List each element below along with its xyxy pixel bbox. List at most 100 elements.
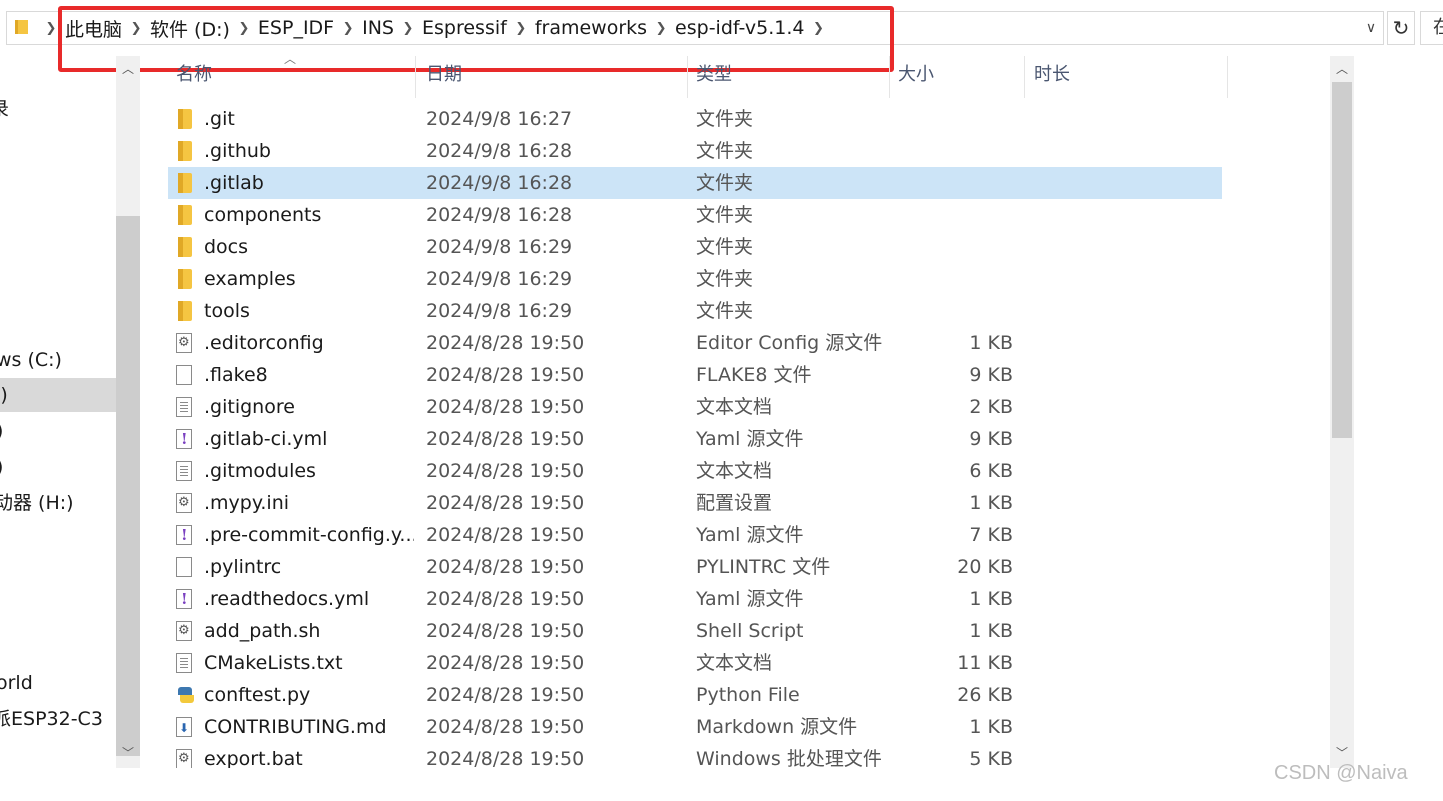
blank-file-icon — [176, 557, 192, 577]
column-header-date[interactable]: 日期 — [418, 56, 688, 98]
scroll-up-icon[interactable]: ︿ — [116, 60, 140, 77]
nav-item-drive-h[interactable]: 动器 (H:) — [0, 486, 116, 520]
file-date: 2024/8/28 19:50 — [426, 428, 585, 450]
yaml-file-icon — [176, 583, 192, 615]
file-list: .git 2024/9/8 16:27 文件夹 .github 2024/9/8 16:… — [168, 103, 1228, 768]
file-row[interactable]: CMakeLists.txt 2024/8/28 19:50 文本文档 11 KB — [168, 647, 1222, 679]
file-date: 2024/9/8 16:28 — [426, 140, 573, 162]
file-row[interactable]: .gitlab 2024/9/8 16:28 文件夹 — [168, 167, 1222, 199]
refresh-button[interactable]: ↻ — [1387, 11, 1415, 45]
file-date: 2024/9/8 16:29 — [426, 236, 573, 258]
file-name: docs — [204, 236, 249, 258]
sort-ascending-icon: ︿ — [283, 52, 296, 66]
folder-icon — [178, 205, 192, 225]
file-row[interactable]: .git 2024/9/8 16:27 文件夹 — [168, 103, 1222, 135]
file-date: 2024/8/28 19:50 — [426, 556, 585, 578]
file-row[interactable]: .pylintrc 2024/8/28 19:50 PYLINTRC 文件 20 KB — [168, 551, 1222, 583]
file-date: 2024/9/8 16:29 — [426, 300, 573, 322]
column-header-type[interactable]: 类型 — [688, 56, 890, 98]
nav-item-drive[interactable]: ) — [0, 450, 116, 484]
file-row[interactable]: .flake8 2024/8/28 19:50 FLAKE8 文件 9 KB — [168, 359, 1222, 391]
file-type: 文本文档 — [696, 396, 773, 418]
watermark: CSDN @Naiva — [1274, 762, 1408, 784]
file-type: 文本文档 — [696, 460, 773, 482]
file-type: 文件夹 — [696, 172, 754, 194]
folder-icon — [15, 20, 28, 34]
folder-icon — [178, 237, 192, 257]
nav-item-folder[interactable]: orld — [0, 666, 116, 700]
nav-item-label: orld — [0, 672, 33, 694]
file-type: Yaml 源文件 — [696, 588, 804, 610]
file-size: 9 KB — [969, 364, 1013, 386]
file-size: 11 KB — [957, 652, 1013, 674]
file-date: 2024/9/8 16:27 — [426, 108, 573, 130]
nav-scrollbar[interactable]: ︿ ﹀ — [116, 56, 140, 768]
file-name: conftest.py — [204, 684, 311, 706]
search-input[interactable]: 在 — [1420, 11, 1443, 45]
file-row[interactable]: conftest.py 2024/8/28 19:50 Python File 26 … — [168, 679, 1222, 711]
nav-item[interactable]: 录 — [0, 92, 116, 126]
file-row[interactable]: docs 2024/9/8 16:29 文件夹 — [168, 231, 1222, 263]
file-name: examples — [204, 268, 296, 290]
file-size: 20 KB — [957, 556, 1013, 578]
file-row[interactable]: CONTRIBUTING.md 2024/8/28 19:50 Markdown 源… — [168, 711, 1222, 744]
file-list-scrollbar[interactable]: ︿ ﹀ — [1330, 56, 1354, 768]
file-row[interactable]: .github 2024/9/8 16:28 文件夹 — [168, 135, 1222, 167]
file-date: 2024/8/28 19:50 — [426, 588, 585, 610]
file-size: 6 KB — [969, 460, 1013, 482]
file-size: 1 KB — [969, 588, 1013, 610]
file-date: 2024/8/28 19:50 — [426, 460, 585, 482]
file-row[interactable]: .mypy.ini 2024/8/28 19:50 配置设置 1 KB — [168, 487, 1222, 519]
nav-item-label: 派ESP32-C3 — [0, 708, 103, 730]
file-row[interactable]: .readthedocs.yml 2024/8/28 19:50 Yaml 源文件 1… — [168, 583, 1222, 615]
file-row[interactable]: .gitignore 2024/8/28 19:50 文本文档 2 KB — [168, 391, 1222, 423]
file-date: 2024/8/28 19:50 — [426, 748, 585, 768]
nav-item-drive-d[interactable]: :) — [0, 378, 116, 412]
file-size: 2 KB — [969, 396, 1013, 418]
file-type: Markdown 源文件 — [696, 716, 858, 738]
file-date: 2024/8/28 19:50 — [426, 652, 585, 674]
yaml-file-icon — [176, 519, 192, 551]
nav-item-label: 动器 (H:) — [0, 492, 74, 514]
file-name: CONTRIBUTING.md — [204, 716, 387, 738]
file-size: 5 KB — [969, 748, 1013, 768]
file-row[interactable]: tools 2024/9/8 16:29 文件夹 — [168, 295, 1222, 327]
file-row[interactable]: components 2024/9/8 16:28 文件夹 — [168, 199, 1222, 231]
nav-item-label: ) — [0, 414, 3, 448]
nav-item-folder[interactable]: 派ESP32-C3 — [0, 702, 116, 736]
file-row[interactable]: .gitlab-ci.yml 2024/8/28 19:50 Yaml 源文件 9 K… — [168, 423, 1222, 455]
chevron-down-icon[interactable]: ∨ — [1362, 18, 1380, 38]
scroll-down-icon[interactable]: ﹀ — [116, 744, 140, 761]
file-size: 9 KB — [969, 428, 1013, 450]
scroll-down-icon[interactable]: ﹀ — [1330, 744, 1354, 761]
navigation-pane: 录 ws (C:) :) ) ) 动器 (H:) orld 派ESP32-C3 — [0, 56, 118, 768]
scroll-up-icon[interactable]: ︿ — [1330, 60, 1354, 77]
column-header-size[interactable]: 大小 — [890, 56, 1025, 98]
file-row[interactable]: examples 2024/9/8 16:29 文件夹 — [168, 263, 1222, 295]
file-row[interactable]: add_path.sh 2024/8/28 19:50 Shell Script 1 … — [168, 615, 1222, 647]
file-row[interactable]: .gitmodules 2024/8/28 19:50 文本文档 6 KB — [168, 455, 1222, 487]
file-row[interactable]: .pre-commit-config.y... 2024/8/28 19:50 Ya… — [168, 519, 1222, 551]
address-bar: ❯ 此电脑 ❯ 软件 (D:) ❯ ESP_IDF ❯ INS ❯ Espres… — [0, 0, 1443, 72]
file-size: 1 KB — [969, 620, 1013, 642]
column-header-duration[interactable]: 时长 — [1026, 56, 1228, 98]
file-type: 文件夹 — [696, 108, 754, 130]
file-size: 1 KB — [969, 332, 1013, 354]
file-type: Yaml 源文件 — [696, 524, 804, 546]
nav-item-drive-c[interactable]: ws (C:) — [0, 343, 116, 377]
file-name: .flake8 — [204, 364, 268, 386]
text-file-icon — [176, 653, 192, 673]
nav-item-drive[interactable]: ) — [0, 414, 116, 448]
scrollbar-thumb[interactable] — [116, 216, 140, 756]
file-name: .editorconfig — [204, 332, 324, 354]
markdown-file-icon — [176, 712, 192, 744]
file-type: 文件夹 — [696, 236, 754, 258]
file-row[interactable]: export.bat 2024/8/28 19:50 Windows 批处理文件 5 … — [168, 743, 1222, 768]
scrollbar-thumb[interactable] — [1332, 82, 1352, 438]
file-name: components — [204, 204, 322, 226]
file-date: 2024/8/28 19:50 — [426, 716, 585, 738]
file-row[interactable]: .editorconfig 2024/8/28 19:50 Editor Confi… — [168, 327, 1222, 359]
column-headers: 名称 日期 类型 大小 时长 — [140, 56, 1330, 98]
file-name: tools — [204, 300, 250, 322]
file-name: CMakeLists.txt — [204, 652, 343, 674]
